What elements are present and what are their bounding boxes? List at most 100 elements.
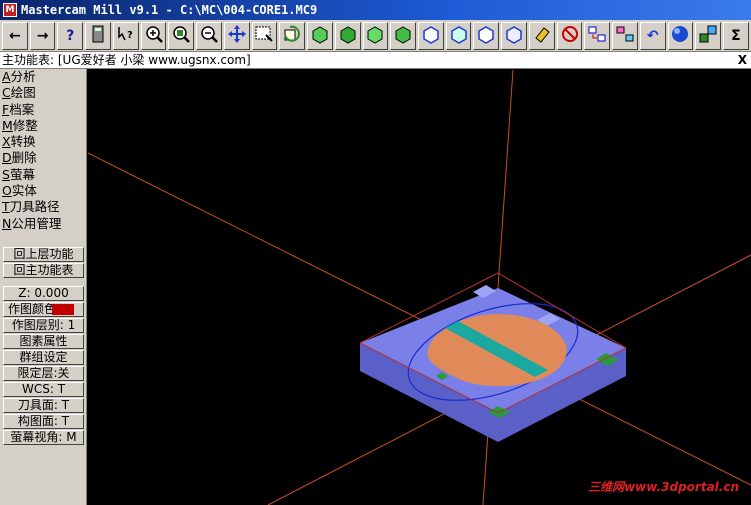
delete-icon [560,24,580,48]
graphics-viewport[interactable]: 三维网www.3dportal.cn [87,69,751,505]
back-arrow-button[interactable]: ← [2,21,28,50]
menu-item-label: 转换 [10,134,36,150]
sum-icon: Σ [731,27,741,44]
menu-item-label: 档案 [9,101,35,117]
watermark: 三维网www.3dportal.cn [588,480,739,494]
layers-button[interactable] [695,21,722,50]
app-icon: M [3,3,17,17]
wcs-button[interactable]: WCS: T [3,382,84,397]
menu-item-label: 公用管理 [11,215,62,231]
analyze-button[interactable]: ? [112,21,139,50]
svg-text:?: ? [127,30,133,41]
view-side-icon [365,24,385,48]
tplane-button[interactable]: 刀具面: T [3,398,84,413]
cplane-button[interactable]: 构图面: T [3,414,84,429]
cplane-side-icon [476,24,496,48]
forward-arrow-button[interactable]: → [29,21,56,50]
menu-hotkey: C [2,85,11,101]
menu-item-n[interactable]: N公用管理 [0,216,86,232]
menu-hotkey: T [2,199,10,215]
x-axis-line [87,152,751,486]
zoom-fit-button[interactable] [168,21,195,50]
pan-icon [227,24,247,48]
transform-button[interactable] [584,21,611,50]
view-iso-icon [393,24,413,48]
menu-hotkey: D [2,150,12,166]
back-level-button[interactable]: 回上层功能 [3,247,84,262]
rotate-button[interactable] [279,21,306,50]
cplane-side-button[interactable] [473,21,500,50]
cplane-top-icon [421,24,441,48]
undo-icon: ↶ [646,27,659,44]
menu-item-label: 萤幕 [9,166,35,182]
help-button[interactable]: ? [57,21,84,50]
toolbar: ← →?? ↶ Σ [0,20,751,52]
group-button[interactable] [612,21,638,50]
view-side-button[interactable] [362,21,389,50]
menu-item-label: 删除 [11,150,37,166]
shade-sphere-button[interactable] [667,21,694,50]
menu-item-m[interactable]: M修整 [0,118,86,134]
menu-hotkey: X [2,134,11,150]
zoom-in-button[interactable] [140,21,167,50]
prompt-close-button[interactable]: X [738,52,747,68]
cplane-3d-button[interactable] [501,21,527,50]
cplane-top-button[interactable] [418,21,444,50]
transform-icon [587,24,607,48]
cplane-front-icon [449,24,469,48]
menu-item-label: 绘图 [10,85,36,101]
zoom-out-icon [199,24,219,48]
rotate-icon [282,24,302,48]
title-bar: M Mastercam Mill v9.1 - C:\MC\004-CORE1.… [0,0,751,20]
menu-item-f[interactable]: F档案 [0,102,86,118]
main-menu: A分析 C绘图 F档案 M修整 X转换 D删除 S萤幕 O实体 T刀具路径 N公用管理 回上层功能… [0,69,87,505]
view-top-button[interactable] [307,21,333,50]
menu-item-t[interactable]: T刀具路径 [0,199,86,215]
window-select-button[interactable] [251,21,278,50]
gview-button[interactable]: 萤幕视角: M [3,430,84,445]
z-depth-button[interactable]: Z: 0.000 [3,286,84,301]
group-icon [615,24,635,48]
menu-item-d[interactable]: D删除 [0,150,86,166]
view-front-button[interactable] [334,21,361,50]
zoom-fit-icon [171,24,191,48]
cplane-front-button[interactable] [445,21,472,50]
attributes-button[interactable]: 图素属性 [3,334,84,349]
color-label: 作图颜色 [8,302,57,316]
view-iso-button[interactable] [390,21,417,50]
menu-item-a[interactable]: A分析 [0,69,86,85]
cplane-3d-icon [504,24,524,48]
shade-sphere-icon [670,24,690,48]
menu-item-label: 刀具路径 [9,199,60,215]
color-button[interactable]: 作图颜色 [3,302,84,317]
sum-button[interactable]: Σ [723,21,749,50]
menu-item-x[interactable]: X转换 [0,134,86,150]
menu-item-label: 修整 [12,117,38,133]
eraser-button[interactable] [528,21,555,50]
view-front-icon [338,24,358,48]
menu-hotkey: M [2,117,13,133]
eraser-icon [532,24,552,48]
menu-hotkey: A [2,69,11,84]
window-select-icon [254,24,274,48]
color-swatch [52,304,75,315]
zoom-out-button[interactable] [196,21,222,50]
delete-button[interactable] [556,21,583,50]
pan-button[interactable] [223,21,250,50]
undo-button[interactable]: ↶ [639,21,666,50]
calculator-button[interactable] [85,21,111,50]
help-icon: ? [66,27,75,44]
prompt-text: 主功能表: [UG爱好者 小梁 www.ugsnx.com] [2,53,251,67]
mask-button[interactable]: 限定层:关 [3,366,84,381]
menu-hotkey: S [2,166,10,182]
menu-item-c[interactable]: C绘图 [0,85,86,101]
viewport-canvas[interactable] [87,69,751,505]
menu-item-o[interactable]: O实体 [0,183,86,199]
level-button[interactable]: 作图层别: 1 [3,318,84,333]
zoom-in-icon [144,24,164,48]
group-button[interactable]: 群组设定 [3,350,84,365]
forward-arrow-icon: → [36,27,49,44]
calculator-icon [88,24,108,48]
menu-item-s[interactable]: S萤幕 [0,167,86,183]
main-menu-button[interactable]: 回主功能表 [3,263,84,278]
